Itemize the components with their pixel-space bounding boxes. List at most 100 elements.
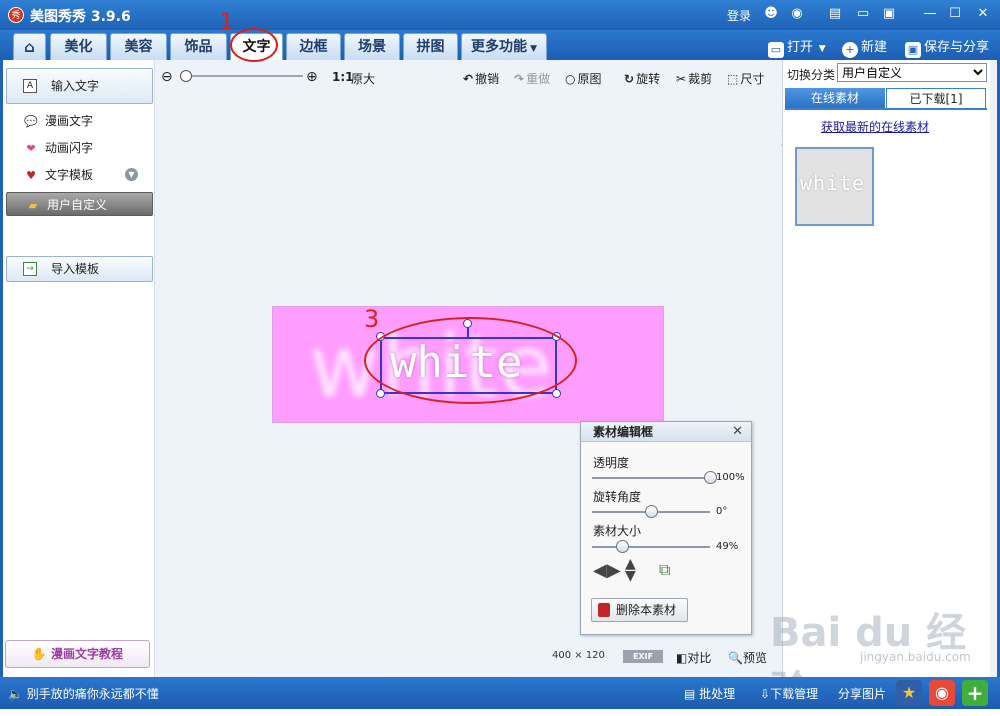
download-manager-button[interactable]: ⇩下载管理 — [760, 685, 818, 702]
tab-more-features[interactable]: 更多功能 ▼ — [461, 33, 547, 60]
get-latest-materials-link[interactable]: 获取最新的在线素材 — [821, 118, 929, 135]
window-title: 美图秀秀 3.9.6 — [30, 9, 131, 25]
resize-icon: ⬚ — [727, 72, 739, 86]
flip-vertical-icon[interactable]: ▲ ▼ — [625, 557, 636, 583]
zoom-in-icon[interactable]: ⊕ — [306, 69, 318, 85]
redo-label: 重做 — [526, 72, 551, 86]
rotation-label: 旋转角度 — [593, 490, 642, 504]
sidebar-item-user-custom[interactable]: ▰ 用户自定义 — [6, 192, 153, 216]
tab-decorations[interactable]: 饰品 — [170, 33, 227, 60]
close-icon[interactable]: ✕ — [975, 6, 991, 22]
flip-horizontal-icon[interactable]: ◀▶ — [593, 560, 621, 581]
new-button[interactable]: + 新建 — [842, 36, 887, 58]
minimize-icon[interactable]: — — [922, 6, 938, 22]
heart-icon: ❤ — [26, 142, 36, 155]
import-template-button[interactable]: → 导入模板 — [6, 256, 153, 282]
weibo-icon[interactable]: ◉ — [789, 6, 805, 22]
resize-handle-bottom-left[interactable] — [376, 389, 385, 398]
switch-category-label: 切换分类 — [787, 68, 836, 82]
open-button[interactable]: ▭ 打开 ▼ — [768, 36, 826, 58]
undo-button[interactable]: ↶ 撤销 — [463, 70, 499, 87]
size-label: 尺寸 — [740, 72, 765, 86]
original-image-button[interactable]: ○ 原图 — [565, 70, 602, 87]
annotation-number: 3 — [364, 305, 380, 333]
size-label: 素材大小 — [593, 524, 642, 538]
size-slider-track[interactable] — [592, 546, 710, 548]
share-picture-button[interactable]: 分享图片 — [838, 685, 886, 702]
batch-button[interactable]: ▤ 批处理 — [684, 685, 735, 702]
import-template-label: 导入模板 — [51, 262, 100, 276]
batch-label: 批处理 — [699, 687, 736, 701]
tab-border[interactable]: 边框 — [286, 33, 341, 60]
hand-icon: ✋ — [31, 647, 52, 661]
crop-button[interactable]: ✂ 裁剪 — [676, 70, 712, 87]
sidebar-item-label: 文字模板 — [45, 168, 94, 182]
delete-material-button[interactable]: 删除本素材 — [591, 598, 688, 622]
more-features-label: 更多功能 — [470, 39, 527, 55]
size-button[interactable]: ⬚ 尺寸 — [727, 70, 764, 87]
redo-button[interactable]: ↷ 重做 — [514, 70, 550, 87]
opacity-label: 透明度 — [593, 456, 630, 470]
opacity-slider-knob[interactable] — [703, 471, 717, 484]
close-icon[interactable]: ✕ — [732, 424, 743, 439]
home-tab[interactable]: ⌂ — [13, 33, 46, 60]
rotate-button[interactable]: ↻ 旋转 — [624, 70, 660, 87]
rotate-label: 旋转 — [636, 72, 661, 86]
opacity-slider-track[interactable] — [592, 477, 710, 479]
maximize-icon[interactable]: ☐ — [947, 6, 963, 22]
preview-button[interactable]: 🔍预览 — [728, 649, 767, 666]
compare-label: 对比 — [687, 651, 712, 665]
batch-icon: ▤ — [684, 687, 700, 701]
size-value: 49% — [716, 541, 739, 552]
folder-icon: ▰ — [28, 199, 38, 212]
rotation-slider-knob[interactable] — [644, 505, 658, 518]
download-manager-label: 下载管理 — [770, 687, 819, 701]
category-select[interactable]: 用户自定义 — [837, 63, 987, 82]
copy-material-icon[interactable]: ⧉ — [659, 560, 670, 580]
zoom-slider-knob[interactable] — [180, 70, 192, 82]
tab-collage[interactable]: 拼图 — [403, 33, 458, 60]
resize-handle-bottom-right[interactable] — [552, 389, 561, 398]
tab-online-materials[interactable]: 在线素材 — [785, 88, 885, 109]
editor-title: 素材编辑框 — [581, 422, 751, 442]
message-icon[interactable]: ▭ — [855, 6, 871, 22]
original-size-button[interactable]: 原大 — [351, 70, 375, 87]
tab-divider — [785, 108, 987, 110]
material-thumbnail[interactable]: white — [795, 147, 874, 226]
size-slider-knob[interactable] — [616, 540, 630, 553]
comic-text-tutorial-button[interactable]: ✋ 漫画文字教程 — [5, 640, 150, 668]
scissors-icon: ✂ — [676, 72, 687, 86]
status-bar: 🔈 别手放的痛你永远都不懂 ▤ 批处理 ⇩下载管理 分享图片 ★ ◉ + — [0, 677, 1000, 709]
tab-downloaded[interactable]: 已下载[1] — [886, 88, 986, 109]
annotation-circle — [230, 28, 278, 62]
opacity-value: 100% — [716, 472, 745, 483]
sidebar-item-label: 动画闪字 — [45, 141, 94, 155]
add-icon[interactable]: + — [962, 680, 988, 706]
save-share-button[interactable]: ▣ 保存与分享 — [905, 36, 989, 58]
zoom-out-icon[interactable]: ⊖ — [161, 69, 173, 85]
app-logo-icon: 秀 — [8, 7, 24, 23]
compare-button[interactable]: ◧对比 — [676, 649, 711, 666]
qq-icon[interactable]: ☻ — [763, 6, 779, 22]
input-text-button[interactable]: A 输入文字 — [6, 68, 153, 104]
sidebar-item-label: 用户自定义 — [47, 198, 108, 212]
sidebar-item-animated-text[interactable]: ❤ 动画闪字 — [23, 139, 93, 157]
star-icon[interactable]: ★ — [896, 680, 922, 706]
feedback-icon[interactable]: ▤ — [827, 6, 843, 22]
sidebar-item-text-template[interactable]: ♥ 文字模板 ▼ — [23, 166, 138, 184]
tab-beauty[interactable]: 美容 — [110, 33, 167, 60]
expand-icon[interactable]: ▼ — [125, 168, 138, 181]
tab-beautify[interactable]: 美化 — [50, 33, 107, 60]
sidebar-item-label: 漫画文字 — [45, 114, 94, 128]
sidebar-item-comic-text[interactable]: 💬 漫画文字 — [23, 112, 93, 130]
zoom-slider-track[interactable] — [181, 75, 303, 77]
skin-icon[interactable]: ▣ — [881, 6, 897, 22]
text-a-icon: A — [23, 79, 37, 93]
circle-icon: ○ — [565, 72, 576, 86]
tab-scene[interactable]: 场景 — [344, 33, 400, 60]
exif-button[interactable]: EXIF — [623, 650, 663, 663]
weibo-share-icon[interactable]: ◉ — [929, 680, 955, 706]
undo-icon: ↶ — [463, 72, 474, 86]
tutorial-label: 漫画文字教程 — [51, 647, 124, 661]
login-link[interactable]: 登录 — [727, 7, 751, 24]
